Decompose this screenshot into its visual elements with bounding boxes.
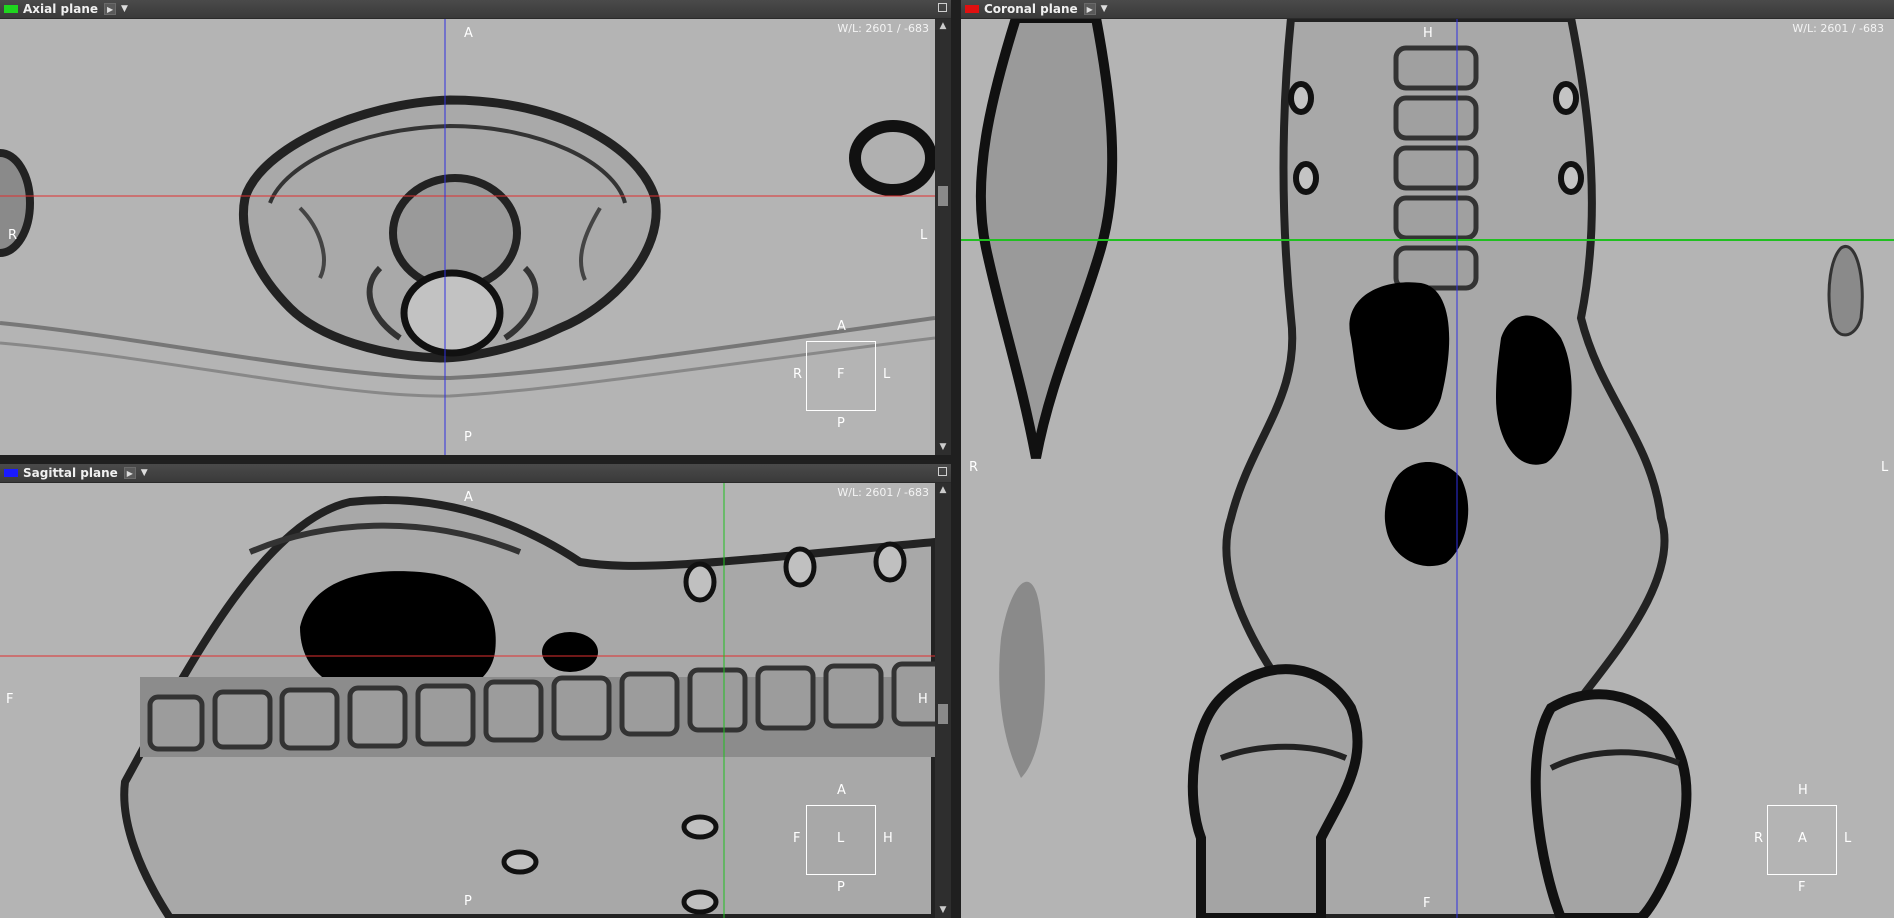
play-icon[interactable]: ▶ (1083, 3, 1096, 15)
coronal-title: Coronal plane (984, 2, 1078, 16)
coronal-orientation-cube: H R A L F (1754, 783, 1852, 895)
coronal-label-left: R (969, 460, 979, 475)
axial-label-top: A (464, 26, 473, 41)
scroll-down-icon[interactable]: ▼ (937, 441, 949, 453)
coronal-label-right: L (1881, 460, 1889, 475)
axial-label-left: R (8, 228, 18, 243)
scroll-down-icon[interactable]: ▼ (937, 904, 949, 916)
axial-title: Axial plane (23, 2, 99, 16)
sagittal-scroll-thumb[interactable] (938, 704, 948, 724)
sagittal-color-swatch (4, 469, 18, 477)
sagittal-label-top: A (464, 490, 473, 505)
axial-orientation-cube: A R F L P (793, 319, 891, 431)
axial-window-level: W/L: 2601 / -683 (837, 22, 929, 35)
axial-label-bottom: P (464, 430, 472, 445)
axial-label-right: L (920, 228, 928, 243)
axial-header: Axial plane ▶ ▼ (0, 0, 951, 19)
axial-color-swatch (4, 5, 18, 13)
axial-scroll-thumb[interactable] (938, 186, 948, 206)
sagittal-header: Sagittal plane ▶ ▼ (0, 464, 951, 483)
scroll-up-icon[interactable]: ▲ (937, 484, 949, 496)
coronal-label-top: H (1423, 26, 1433, 41)
play-icon[interactable]: ▶ (104, 3, 117, 15)
sagittal-image[interactable] (0, 482, 935, 918)
sagittal-label-bottom: P (464, 894, 472, 909)
maximize-icon[interactable] (938, 467, 947, 476)
coronal-color-swatch (965, 5, 979, 13)
sagittal-window-level: W/L: 2601 / -683 (837, 486, 929, 499)
sagittal-orientation-cube: A F L H P (793, 783, 893, 895)
sagittal-scrollbar[interactable]: ▲ ▼ (935, 482, 951, 918)
sagittal-label-left: F (6, 692, 14, 707)
axial-image[interactable] (0, 18, 935, 455)
coronal-header: Coronal plane ▶ ▼ (961, 0, 1894, 19)
coronal-viewport[interactable]: Coronal plane ▶ ▼ W/L: 2601 / -683 H F R… (961, 0, 1894, 918)
sagittal-title: Sagittal plane (23, 466, 118, 480)
sagittal-viewport[interactable]: Sagittal plane ▶ ▼ W/L: 2601 / -683 A P … (0, 464, 951, 918)
dropdown-arrow-icon[interactable]: ▼ (1101, 4, 1108, 14)
dropdown-arrow-icon[interactable]: ▼ (141, 468, 148, 478)
axial-scrollbar[interactable]: ▲ ▼ (935, 18, 951, 455)
play-icon[interactable]: ▶ (123, 467, 136, 479)
coronal-window-level: W/L: 2601 / -683 (1792, 22, 1884, 35)
maximize-icon[interactable] (938, 3, 947, 12)
scroll-up-icon[interactable]: ▲ (937, 20, 949, 32)
axial-viewport[interactable]: Axial plane ▶ ▼ W/L: 2601 / -683 A P R L… (0, 0, 951, 455)
dropdown-arrow-icon[interactable]: ▼ (121, 4, 128, 14)
sagittal-label-right: H (918, 692, 928, 707)
coronal-label-bottom: F (1423, 896, 1431, 911)
coronal-image[interactable] (961, 18, 1894, 918)
